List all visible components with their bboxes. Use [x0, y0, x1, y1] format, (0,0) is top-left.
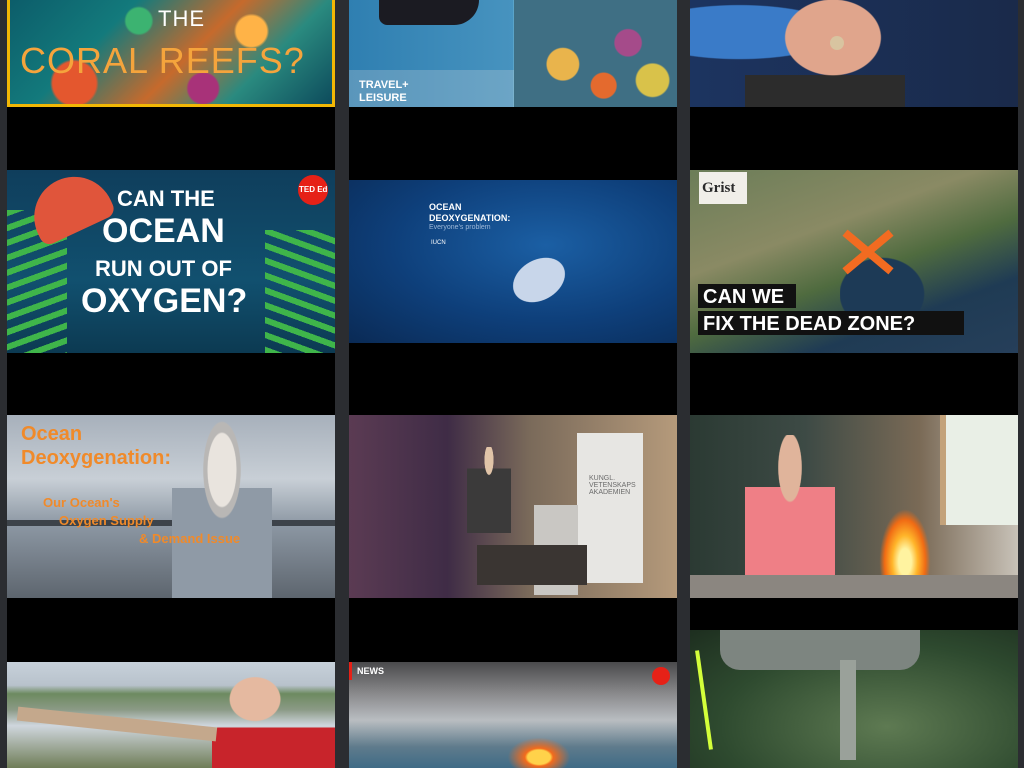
video-thumbnail-lecture[interactable]: KUNGL. VETENSKAPS AKADEMIEN — [349, 415, 677, 598]
thumbnail-title-line-1: CAN WE — [703, 286, 785, 308]
window-image — [940, 415, 1018, 525]
video-thumbnail-fix-the-dead-zone[interactable]: Grist CAN WE FIX THE DEAD ZONE? — [690, 170, 1018, 353]
video-thumbnail-diver-coral[interactable]: TRAVEL+ LEISURE — [349, 0, 677, 107]
thumbnail-title-line-1: THE — [158, 6, 205, 31]
man-image — [212, 662, 335, 768]
ted-ed-badge-label: TED Ed — [299, 185, 328, 194]
thumbnail-title-line-2: FIX THE DEAD ZONE? — [703, 313, 916, 335]
marlin-image — [471, 217, 607, 343]
news-tag: NEWS — [357, 666, 384, 676]
thumbnail-title-line-2: DEOXYGENATION: — [429, 213, 511, 223]
video-thumbnail-underwater-sampling[interactable] — [690, 630, 1018, 768]
banner-text: KUNGL. VETENSKAPS AKADEMIEN — [589, 475, 636, 496]
video-thumbnail-ocean-deoxygenation-problem[interactable]: OCEAN DEOXYGENATION: Everyone's problem … — [349, 180, 677, 343]
grid-column-1: THE CORAL REEFS? CAN THE OCEAN RUN OUT O… — [7, 0, 335, 768]
iucn-logo: IUCN — [431, 240, 446, 246]
thumbnail-title-line-3: RUN OUT OF — [95, 256, 232, 281]
thumbnail-subtitle-line-1: Our Ocean's — [43, 495, 120, 510]
sampling-probe — [840, 660, 856, 760]
thumbnail-title-line-1: CAN THE — [117, 186, 215, 211]
grid-column-3: Grist CAN WE FIX THE DEAD ZONE? — [690, 0, 1018, 768]
headset-mic — [830, 36, 844, 50]
pier-railing — [7, 520, 335, 526]
thumbnail-title-line-1: OCEAN — [429, 202, 462, 212]
speaker-image — [467, 447, 511, 533]
video-thumbnail-coral-reefs[interactable]: THE CORAL REEFS? — [7, 0, 335, 107]
thumbnail-title-line-2: OCEAN — [102, 212, 225, 250]
pointing-arm — [16, 706, 218, 742]
yellow-cable — [695, 650, 713, 750]
diver-image — [379, 0, 479, 25]
video-thumbnail-man-by-coast[interactable] — [7, 662, 335, 768]
coral-image — [514, 0, 677, 107]
news-accent-bar — [349, 662, 352, 680]
brand-label-top: TRAVEL+ — [359, 79, 409, 91]
grist-logo: Grist — [702, 180, 736, 196]
video-thumbnail-speaker-headset[interactable] — [690, 0, 1018, 107]
video-thumbnail-news-ocean-fire[interactable]: NEWS — [349, 662, 677, 768]
counter — [690, 575, 1018, 598]
woman-image — [745, 435, 835, 598]
thumbnail-title-line-2: CORAL REEFS? — [20, 40, 305, 81]
thumbnail-title-line-1: Ocean — [21, 423, 83, 445]
grid-column-2: TRAVEL+ LEISURE OCEAN DEOXYGENATION: Eve… — [349, 0, 677, 768]
robotic-arm-image — [720, 630, 920, 670]
thumbnail-title-line-4: OXYGEN? — [81, 282, 248, 320]
thumbnail-subtitle-line-3: & Demand Issue — [139, 531, 241, 546]
seaweed-right-image — [265, 230, 335, 353]
fire-image — [499, 732, 579, 768]
presentation-table — [477, 545, 587, 585]
brand-label-bottom: LEISURE — [359, 92, 407, 104]
thumbnail-title-line-2: Deoxygenation: — [21, 447, 172, 469]
thumbnail-subtitle-line-2: Oxygen Supply — [59, 513, 154, 528]
channel-badge-icon — [652, 667, 670, 685]
thumbnail-subtitle: Everyone's problem — [429, 224, 491, 231]
video-thumbnail-ocean-deoxygenation-supply[interactable]: Ocean Deoxygenation: Our Ocean's Oxygen … — [7, 415, 335, 598]
video-thumbnail-kitchen-flame[interactable] — [690, 415, 1018, 598]
video-grid: THE CORAL REEFS? CAN THE OCEAN RUN OUT O… — [0, 0, 1024, 768]
video-thumbnail-ocean-run-out-of-oxygen[interactable]: CAN THE OCEAN RUN OUT OF OXYGEN? TED Ed — [7, 170, 335, 353]
speaker-image — [745, 0, 905, 107]
speaker-image — [172, 415, 272, 598]
